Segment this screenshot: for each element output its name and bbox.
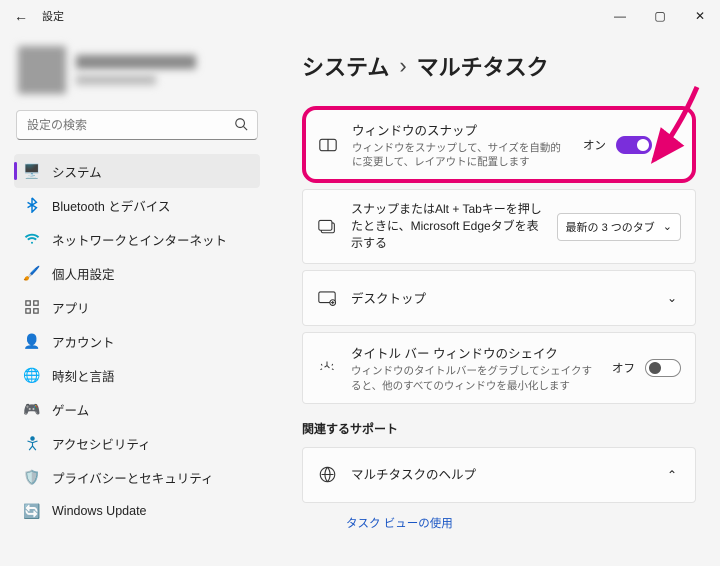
desktop-icon [317,291,337,306]
edge-tabs-icon [317,219,337,235]
card-edge-tabs: スナップまたはAlt + Tabキーを押したときに、Microsoft Edge… [302,189,696,264]
sidebar-icon-9: 🛡️ [24,469,40,485]
sidebar-item-label: アカウント [52,332,115,351]
sidebar-icon-4 [24,299,40,315]
sidebar-item-6[interactable]: 🌐 時刻と言語 [14,358,260,392]
sidebar-item-8[interactable]: アクセシビリティ [14,426,260,460]
related-link[interactable]: タスク ビューの使用 [302,509,696,531]
window-title: 設定 [42,8,64,24]
sidebar-item-label: 個人用設定 [52,264,115,283]
profile-name [76,55,196,69]
breadcrumb-parent[interactable]: システム [302,50,389,82]
search-box [16,110,258,140]
sidebar-item-2[interactable]: ネットワークとインターネット [14,222,260,256]
sidebar-item-label: プライバシーとセキュリティ [52,468,214,487]
profile-block[interactable] [14,42,260,108]
snap-expand[interactable]: ⌄ [662,138,680,152]
card-desktop[interactable]: デスクトップ ⌄ [302,270,696,326]
back-button[interactable]: ← [14,8,42,24]
shake-state-label: オフ [612,360,635,376]
desktop-title: デスクトップ [351,288,649,307]
sidebar-icon-10: 🔄 [24,503,40,519]
main-panel: システム › マルチタスク ウィンドウのスナップ ウィンドウをスナップして、サイ… [268,32,720,566]
shake-title: タイトル バー ウィンドウのシェイク [351,343,598,362]
sidebar-item-label: アプリ [52,298,90,317]
snap-icon [318,138,338,152]
titlebar: ← 設定 — ▢ ✕ [0,0,720,32]
search-input[interactable] [16,110,258,140]
breadcrumb-sep: › [399,53,406,79]
sidebar-item-9[interactable]: 🛡️ プライバシーとセキュリティ [14,460,260,494]
sidebar-icon-8 [24,435,40,451]
sidebar-item-1[interactable]: Bluetooth とデバイス [14,188,260,222]
shake-icon [317,359,337,377]
snap-toggle[interactable] [616,136,652,154]
card-shake: タイトル バー ウィンドウのシェイク ウィンドウのタイトルバーをグラブしてシェイ… [302,332,696,403]
help-icon [317,466,337,483]
sidebar-item-3[interactable]: 🖌️ 個人用設定 [14,256,260,290]
minimize-button[interactable]: — [600,0,640,32]
snap-desc: ウィンドウをスナップして、サイズを自動的に変更して、レイアウトに配置します [352,141,569,169]
help-collapse[interactable]: ⌃ [663,468,681,482]
sidebar-icon-0: 🖥️ [24,163,40,179]
sidebar-icon-6: 🌐 [24,367,40,383]
search-icon [234,117,248,134]
sidebar-item-10[interactable]: 🔄 Windows Update [14,494,260,528]
sidebar: 🖥️ システム Bluetooth とデバイスネットワークとインターネット 🖌️ 個人用… [0,32,268,566]
sidebar-item-label: システム [52,162,102,181]
sidebar-item-label: アクセシビリティ [52,434,151,453]
sidebar-icon-7: 🎮 [24,401,40,417]
sidebar-item-label: Bluetooth とデバイス [52,196,170,215]
avatar [18,46,66,94]
sidebar-item-label: 時刻と言語 [52,366,115,385]
chevron-down-icon: ⌄ [663,220,672,233]
sidebar-item-label: ネットワークとインターネット [52,230,227,249]
sidebar-item-label: ゲーム [52,400,89,419]
sidebar-item-label: Windows Update [52,504,147,518]
snap-title: ウィンドウのスナップ [352,120,569,139]
maximize-button[interactable]: ▢ [640,0,680,32]
desktop-expand[interactable]: ⌄ [663,291,681,305]
snap-state-label: オン [583,137,606,153]
shake-desc: ウィンドウのタイトルバーをグラブしてシェイクすると、他のすべてのウィンドウを最小… [351,364,598,392]
related-heading: 関連するサポート [302,420,696,437]
sidebar-item-5[interactable]: 👤 アカウント [14,324,260,358]
edge-tabs-title: スナップまたはAlt + Tabキーを押したときに、Microsoft Edge… [351,200,543,251]
close-button[interactable]: ✕ [680,0,720,32]
breadcrumb: システム › マルチタスク [302,50,696,82]
edge-tabs-dropdown[interactable]: 最新の 3 つのタブ ⌄ [557,213,681,241]
sidebar-icon-3: 🖌️ [24,265,40,281]
sidebar-item-7[interactable]: 🎮 ゲーム [14,392,260,426]
profile-email [76,75,156,85]
card-snap[interactable]: ウィンドウのスナップ ウィンドウをスナップして、サイズを自動的に変更して、レイア… [302,106,696,183]
sidebar-icon-5: 👤 [24,333,40,349]
help-title: マルチタスクのヘルプ [351,464,649,483]
sidebar-icon-1 [24,197,40,213]
shake-toggle[interactable] [645,359,681,377]
edge-tabs-dropdown-label: 最新の 3 つのタブ [566,219,655,235]
breadcrumb-current: マルチタスク [417,50,549,82]
sidebar-item-0[interactable]: 🖥️ システム [14,154,260,188]
sidebar-icon-2 [24,231,40,247]
sidebar-item-4[interactable]: アプリ [14,290,260,324]
card-help[interactable]: マルチタスクのヘルプ ⌃ [302,447,696,503]
